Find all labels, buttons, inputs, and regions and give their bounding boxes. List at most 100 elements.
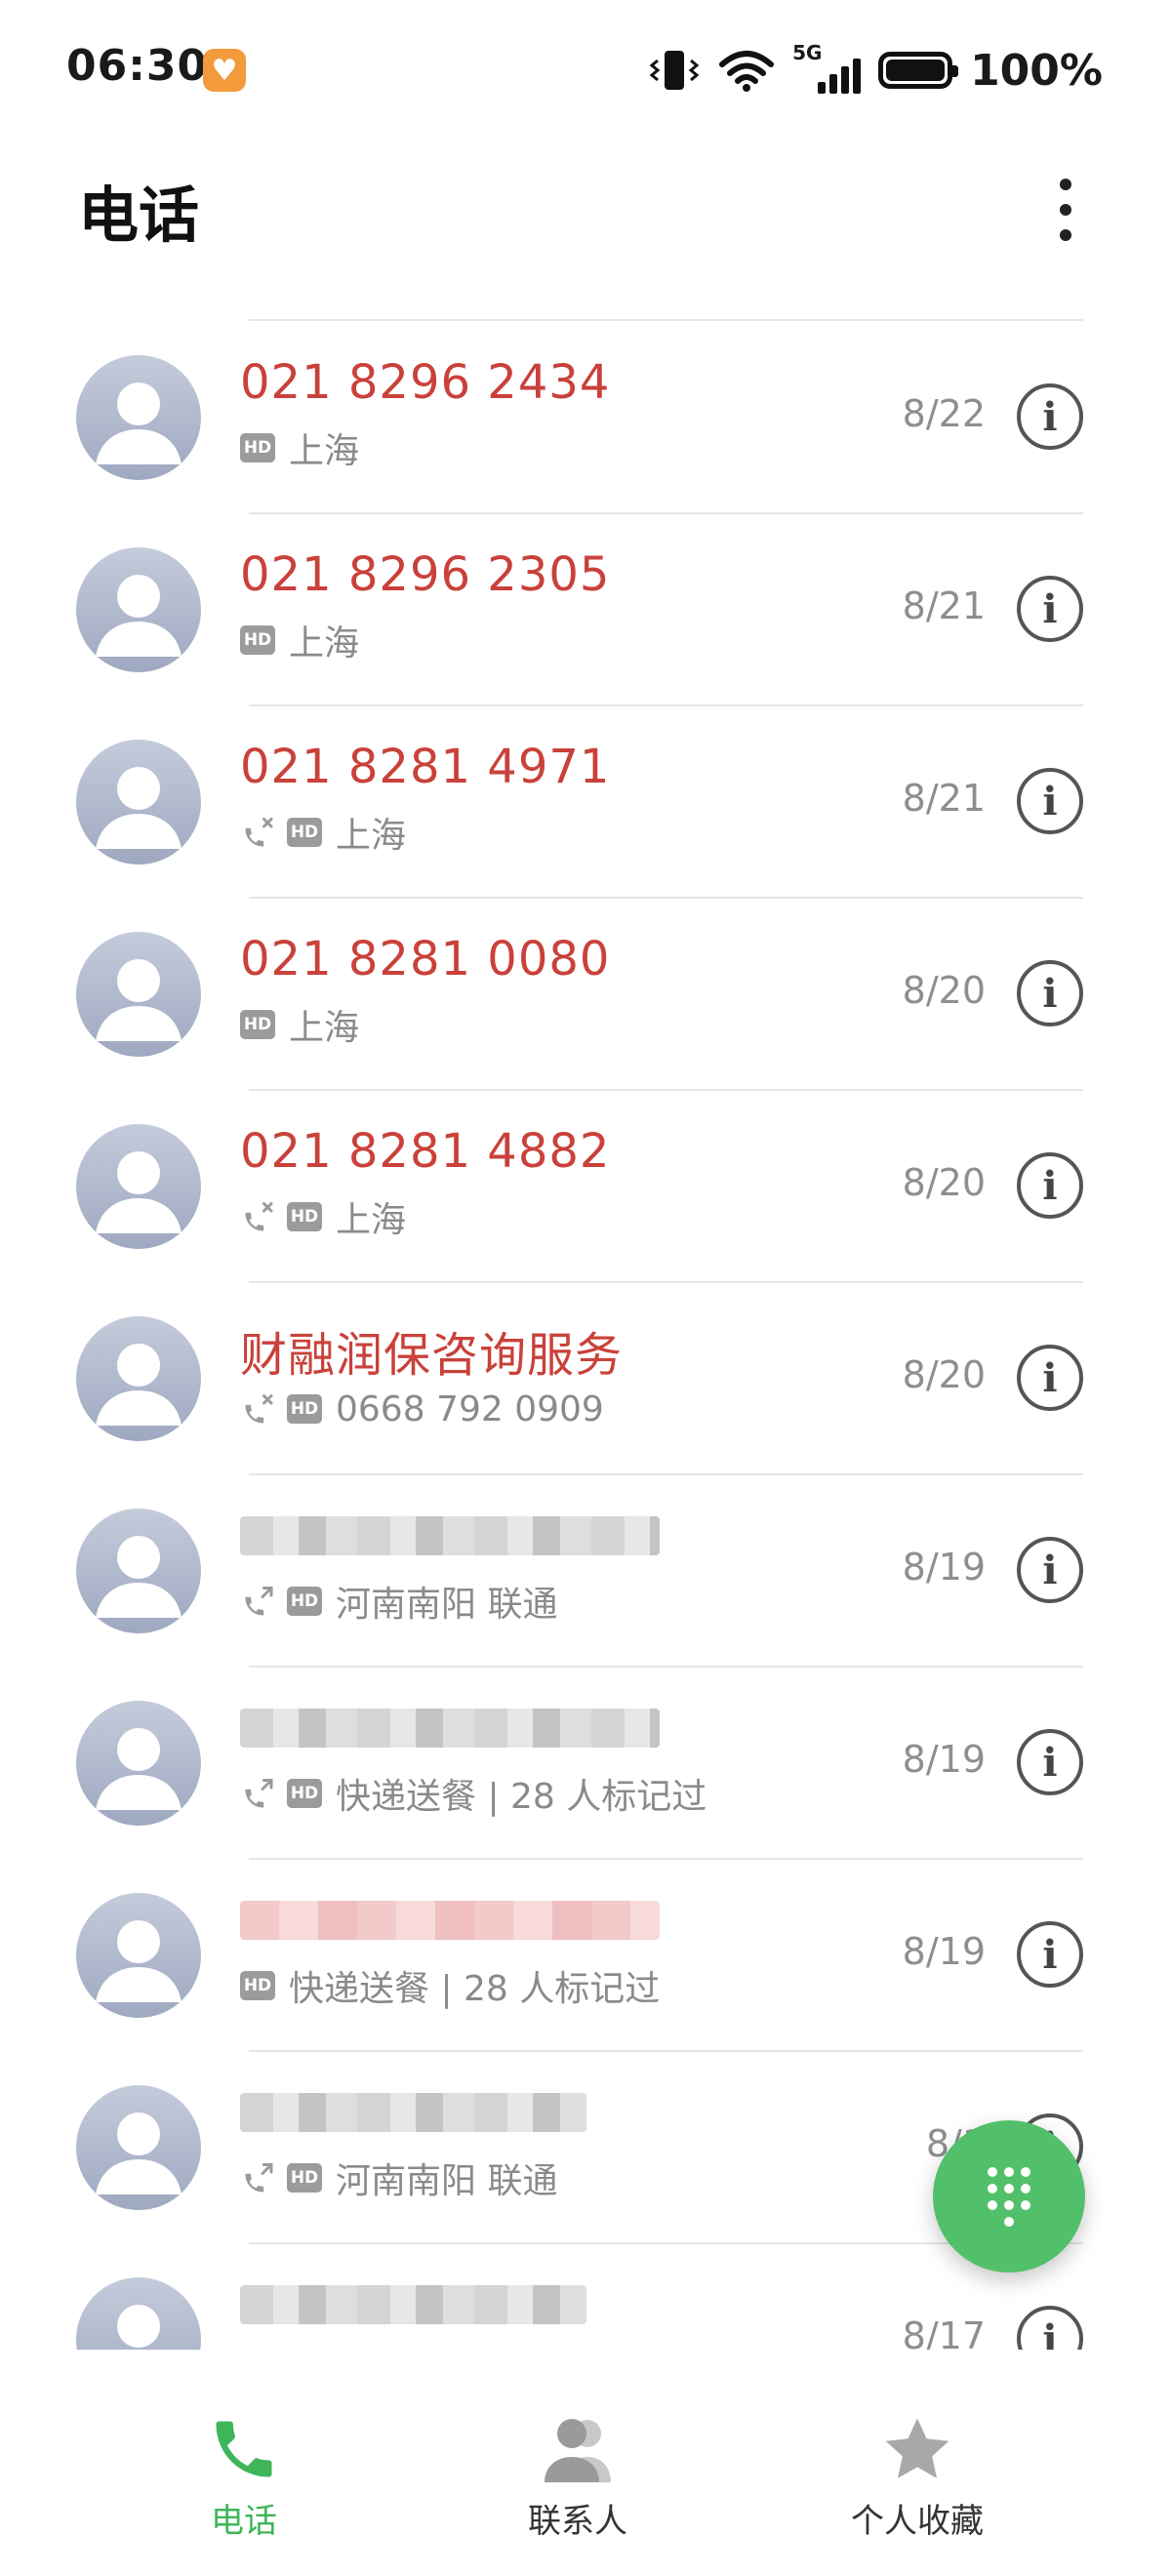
call-row[interactable]: HD 河南南阳 联通 8/19 i xyxy=(0,1475,1171,1668)
info-icon[interactable]: i xyxy=(1017,1345,1083,1411)
call-meta: HD 上海 xyxy=(240,1194,406,1240)
avatar[interactable] xyxy=(76,547,201,672)
call-date: 8/17 xyxy=(902,2314,986,2350)
call-row[interactable]: 021 8281 4882 HD 上海 8/20 i xyxy=(0,1091,1171,1283)
call-row[interactable]: 021 8281 0080 HD 上海 8/20 i xyxy=(0,899,1171,1091)
call-date: 8/20 xyxy=(902,969,986,1012)
more-options-icon[interactable] xyxy=(1044,171,1087,249)
avatar[interactable] xyxy=(76,1509,201,1633)
call-date: 8/21 xyxy=(902,584,986,627)
call-meta: HD 上海 xyxy=(240,425,359,471)
missed-call-icon xyxy=(240,1389,279,1429)
call-log-list[interactable]: 021 8296 2434 HD 上海 8/22 i 021 8296 2305 … xyxy=(0,322,1171,2350)
tab-phone[interactable]: 电话 xyxy=(117,2410,371,2542)
hd-badge: HD xyxy=(287,818,322,847)
info-icon[interactable]: i xyxy=(1017,960,1083,1026)
caller-name: 021 8281 4971 xyxy=(240,740,611,794)
tab-favorites-label: 个人收藏 xyxy=(851,2502,984,2541)
call-detail: 0668 792 0909 xyxy=(336,1389,604,1429)
outgoing-call-icon xyxy=(240,2158,279,2197)
missed-call-icon xyxy=(240,1197,279,1236)
call-row[interactable]: 021 8296 2434 HD 上海 8/22 i xyxy=(0,322,1171,514)
caller-name: 021 8296 2305 xyxy=(240,547,611,602)
info-icon[interactable]: i xyxy=(1017,1152,1083,1219)
caller-name: 021 8296 2434 xyxy=(240,355,611,410)
redacted-number xyxy=(240,1901,660,1940)
bottom-nav: 电话 联系人 个人收藏 xyxy=(0,2352,1171,2576)
info-icon[interactable]: i xyxy=(1017,2306,1083,2350)
call-date: 8/21 xyxy=(902,777,986,820)
info-icon[interactable]: i xyxy=(1017,1537,1083,1603)
avatar[interactable] xyxy=(76,355,201,480)
hd-badge: HD xyxy=(287,1394,322,1424)
avatar[interactable] xyxy=(76,1701,201,1826)
avatar[interactable] xyxy=(76,1316,201,1441)
tab-favorites[interactable]: 个人收藏 xyxy=(790,2410,1044,2542)
hd-badge: HD xyxy=(287,2163,322,2193)
call-row[interactable]: 021 8281 4971 HD 上海 8/21 i xyxy=(0,706,1171,899)
hd-badge: HD xyxy=(287,1779,322,1808)
tab-contacts-label: 联系人 xyxy=(528,2502,627,2541)
redacted-number xyxy=(240,1516,660,1555)
call-detail: 上海 xyxy=(289,624,360,664)
call-date: 8/20 xyxy=(902,1353,986,1396)
hd-badge: HD xyxy=(240,433,275,463)
caller-name: 021 8281 4882 xyxy=(240,1124,611,1179)
avatar[interactable] xyxy=(76,1893,201,2018)
call-row[interactable]: 021 8296 2305 HD 上海 8/21 i xyxy=(0,514,1171,706)
caller-name: 财融润保咨询服务 xyxy=(240,1328,624,1383)
status-indicators: 5G 100% xyxy=(648,41,1103,100)
avatar[interactable] xyxy=(76,1124,201,1249)
call-meta: HD 上海 xyxy=(240,618,360,664)
info-icon[interactable]: i xyxy=(1017,576,1083,642)
call-date: 8/22 xyxy=(902,392,986,435)
redacted-number xyxy=(240,2093,586,2132)
info-icon[interactable]: i xyxy=(1017,1729,1083,1795)
divider xyxy=(249,319,1083,321)
outgoing-call-icon xyxy=(240,1582,279,1621)
hd-badge: HD xyxy=(240,1010,275,1039)
status-bar: 06:30 ♥ 5G 100% xyxy=(0,0,1171,137)
call-meta: HD 河南南阳 联通 xyxy=(240,2155,558,2201)
call-date: 8/19 xyxy=(902,1930,986,1973)
call-meta: HD 上海 xyxy=(240,810,407,856)
status-time: 06:30 xyxy=(66,41,209,91)
contacts-icon xyxy=(539,2410,617,2488)
hd-badge: HD xyxy=(240,1971,275,2000)
phone-icon xyxy=(205,2410,283,2488)
call-date: 8/19 xyxy=(902,1738,986,1781)
info-icon[interactable]: i xyxy=(1017,383,1083,450)
avatar[interactable] xyxy=(76,932,201,1057)
call-detail: 上海 xyxy=(289,1008,360,1048)
call-date: 8/19 xyxy=(902,1546,986,1589)
call-meta: HD 快递送餐 | 28 人标记过 xyxy=(240,1963,661,2009)
call-detail: 河南南阳 联通 xyxy=(336,2161,558,2201)
hd-badge: HD xyxy=(240,625,275,655)
call-row[interactable]: HD 快递送餐 | 28 人标记过 8/19 i xyxy=(0,1860,1171,2052)
call-meta: HD 快递送餐 | 28 人标记过 xyxy=(240,1771,707,1817)
call-meta: HD 河南南阳 联通 xyxy=(240,1579,558,1625)
dialpad-icon xyxy=(988,2166,1030,2227)
avatar[interactable] xyxy=(76,740,201,865)
dialpad-button[interactable] xyxy=(933,2120,1085,2273)
info-icon[interactable]: i xyxy=(1017,1921,1083,1988)
call-detail: 快递送餐 | 28 人标记过 xyxy=(289,1969,661,2009)
vibrate-icon xyxy=(649,51,700,90)
cellular-signal-icon: 5G xyxy=(792,41,862,94)
redacted-number xyxy=(240,2285,586,2324)
avatar[interactable] xyxy=(76,2277,201,2350)
tab-contacts[interactable]: 联系人 xyxy=(451,2410,705,2542)
info-icon[interactable]: i xyxy=(1017,768,1083,834)
call-row[interactable]: 财融润保咨询服务 HD 0668 792 0909 8/20 i xyxy=(0,1283,1171,1475)
page-title: 电话 xyxy=(78,180,200,251)
call-detail: 上海 xyxy=(336,816,407,856)
call-detail: 河南南阳 联通 xyxy=(336,1585,558,1625)
wifi-icon xyxy=(719,51,775,92)
tab-phone-label: 电话 xyxy=(211,2502,277,2541)
redacted-number xyxy=(240,1709,660,1748)
missed-call-icon xyxy=(240,813,279,852)
call-row[interactable]: HD 快递送餐 | 28 人标记过 8/19 i xyxy=(0,1668,1171,1860)
call-meta: HD 0668 792 0909 xyxy=(240,1387,604,1431)
call-meta: HD 上海 xyxy=(240,1002,360,1048)
avatar[interactable] xyxy=(76,2085,201,2210)
